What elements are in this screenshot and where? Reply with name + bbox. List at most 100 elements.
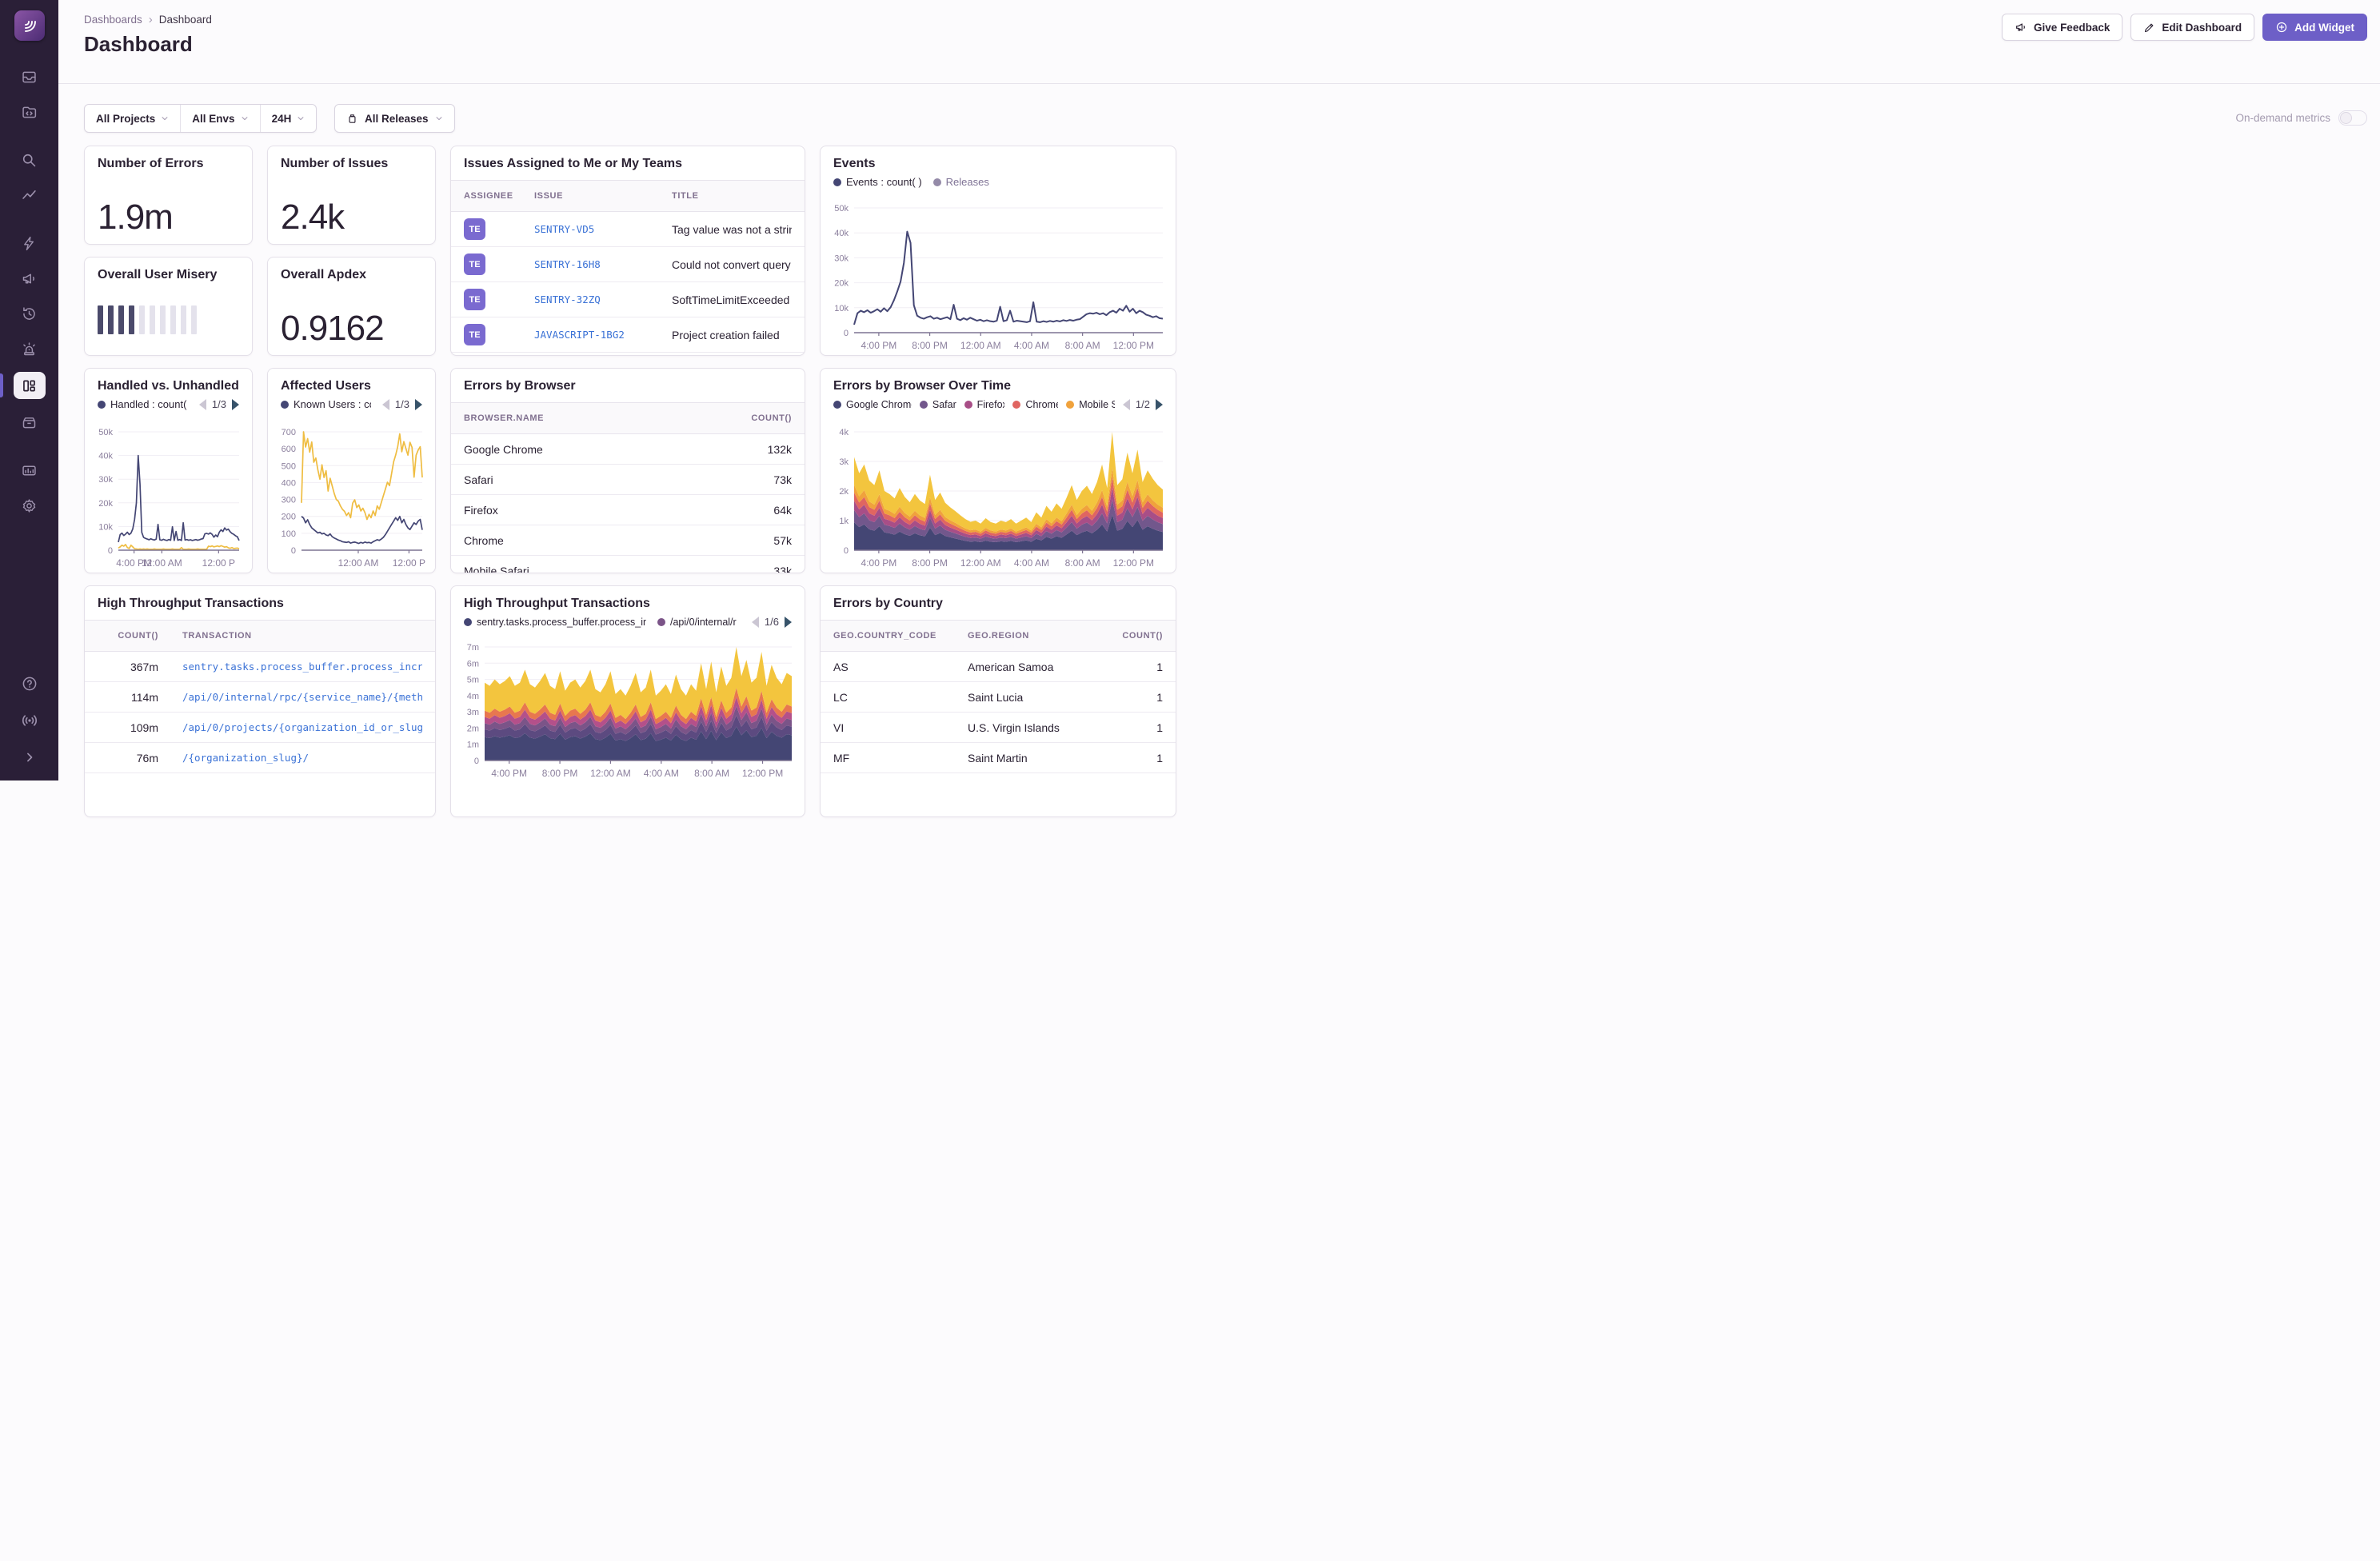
sentry-logo[interactable] xyxy=(14,10,45,41)
sidebar-item-performance[interactable] xyxy=(14,183,46,207)
col-country-code[interactable]: GEO.COUNTRY_CODE xyxy=(833,631,968,641)
add-widget-button[interactable]: Add Widget xyxy=(2262,14,2367,41)
sidebar-item-projects[interactable] xyxy=(14,100,46,124)
issue-link[interactable]: SENTRY-16H8 xyxy=(534,258,672,270)
pager-next-icon[interactable] xyxy=(232,398,239,410)
legend-label[interactable]: Chrome xyxy=(1025,399,1058,410)
widget-handled-vs-unhandled[interactable]: Handled vs. Unhandled Handled : count( )… xyxy=(84,368,253,573)
widget-issues-assigned[interactable]: Issues Assigned to Me or My Teams ASSIGN… xyxy=(450,146,805,356)
col-count[interactable]: COUNT() xyxy=(1107,631,1163,641)
table-row[interactable]: Safari 73k xyxy=(451,465,805,495)
legend-label[interactable]: Safari xyxy=(932,399,956,410)
col-assignee[interactable]: ASSIGNEE xyxy=(464,191,534,201)
table-row[interactable]: TE JAVASCRIPT-1BG2 Project creation fail… xyxy=(451,317,805,353)
sidebar-item-stats[interactable] xyxy=(14,458,46,482)
errors-by-browser-area-chart[interactable]: 0 1k 2k 3k 4k 4:00 PM 8:00 PM 12:00 AM 4:00 AM 8:… xyxy=(827,427,1169,569)
legend-label[interactable]: Google Chrome xyxy=(846,399,912,410)
widget-overall-user-misery[interactable]: Overall User Misery xyxy=(84,257,253,356)
widget-number-of-errors[interactable]: Number of Errors 1.9m xyxy=(84,146,253,245)
sidebar-collapse-button[interactable] xyxy=(14,745,46,769)
table-row[interactable]: 114m/api/0/internal/rpc/{service_name}/{… xyxy=(85,682,435,713)
col-title[interactable]: TITLE xyxy=(672,191,792,201)
table-row[interactable]: AS American Samoa 1 xyxy=(821,652,1176,682)
sidebar-item-settings[interactable] xyxy=(14,493,46,517)
transaction-link[interactable]: /api/0/projects/{organization_id_or_slug… xyxy=(182,721,422,733)
pager-prev-icon[interactable] xyxy=(198,398,206,410)
widget-events[interactable]: Events Events : count( ) Releases 0 10k 20… xyxy=(820,146,1176,356)
transaction-link[interactable]: /{organization_slug}/ xyxy=(182,752,422,764)
legend-label[interactable]: Releases xyxy=(946,176,989,188)
legend-label[interactable]: Mobile S xyxy=(1079,399,1115,410)
widget-high-throughput-table[interactable]: High Throughput Transactions COUNT() TRA… xyxy=(84,585,436,817)
col-count[interactable]: COUNT() xyxy=(720,413,792,423)
legend-label[interactable]: Known Users : cour xyxy=(294,398,371,410)
give-feedback-button[interactable]: Give Feedback xyxy=(2002,14,2123,41)
table-row[interactable]: TE SENTRY-32ZQ SoftTimeLimitExceeded xyxy=(451,282,805,317)
assignee-avatar[interactable]: TE xyxy=(464,218,485,240)
assignee-avatar[interactable]: TE xyxy=(464,289,485,310)
project-filter[interactable]: All Projects xyxy=(85,105,180,132)
pager-next-icon[interactable] xyxy=(1156,398,1163,410)
sidebar-item-discover[interactable] xyxy=(14,410,46,434)
table-row[interactable]: LC Saint Lucia 1 xyxy=(821,682,1176,713)
legend-label[interactable]: Firefox xyxy=(977,399,1005,410)
widget-overall-apdex[interactable]: Overall Apdex 0.9162 xyxy=(267,257,436,356)
table-row[interactable]: Google Chrome 132k xyxy=(451,434,805,465)
sidebar-item-help[interactable] xyxy=(14,672,46,696)
legend-label[interactable]: sentry.tasks.process_buffer.process_incr xyxy=(477,617,646,628)
sidebar-item-search[interactable] xyxy=(14,148,46,172)
table-row[interactable]: 76m /{organization_slug}/ xyxy=(85,743,435,773)
issue-link[interactable]: JAVASCRIPT-1BG2 xyxy=(534,329,672,341)
table-row[interactable]: Firefox 64k xyxy=(451,495,805,525)
sidebar-item-insights[interactable] xyxy=(14,231,46,255)
events-line-chart[interactable]: 0 10k 20k 30k 40k 50k 4:00 PM 8:00 PM 12:00 AM 4:… xyxy=(827,203,1169,352)
widget-errors-by-country[interactable]: Errors by Country GEO.COUNTRY_CODE GEO.R… xyxy=(820,585,1176,817)
col-issue[interactable]: ISSUE xyxy=(534,191,672,201)
widget-errors-by-browser[interactable]: Errors by Browser BROWSER.NAME COUNT() G… xyxy=(450,368,805,573)
table-row[interactable]: TE SENTRY-16H8 Could not convert query xyxy=(451,247,805,282)
release-filter[interactable]: All Releases xyxy=(334,104,455,133)
sidebar-item-whats-new[interactable] xyxy=(14,709,46,733)
col-transaction[interactable]: TRANSACTION xyxy=(182,631,422,641)
table-row[interactable]: VI U.S. Virgin Islands 1 xyxy=(821,713,1176,743)
sidebar-item-issues[interactable] xyxy=(14,65,46,89)
handled-line-chart[interactable]: 0 10k 20k 30k 40k 50k 4:00 PM 12:00 AM 12:00 P xyxy=(91,427,246,569)
legend-label[interactable]: Events : count( ) xyxy=(846,176,922,188)
table-row[interactable]: TE SENTRY-VD5 Tag value was not a strin xyxy=(451,212,805,247)
assignee-avatar[interactable]: TE xyxy=(464,254,485,275)
col-region[interactable]: GEO.REGION xyxy=(968,631,1107,641)
legend-label[interactable]: Handled : count( ) xyxy=(110,398,188,410)
table-row[interactable]: 109m/api/0/projects/{organization_id_or_… xyxy=(85,713,435,743)
time-range-filter[interactable]: 24H xyxy=(259,105,317,132)
high-throughput-area-chart[interactable]: 0 1m 2m 3m 4m 5m 6m 7m 4:00 PM 8:00 PM 12:00 AM 4:0… xyxy=(457,642,798,780)
sidebar-item-replays[interactable] xyxy=(14,301,46,325)
edit-dashboard-button[interactable]: Edit Dashboard xyxy=(2130,14,2255,41)
transaction-link[interactable]: sentry.tasks.process_buffer.process_incr xyxy=(182,661,422,673)
transaction-link[interactable]: /api/0/internal/rpc/{service_name}/{meth… xyxy=(182,691,422,703)
table-row[interactable]: Mobile Safari 33k xyxy=(451,556,805,573)
environment-filter[interactable]: All Envs xyxy=(180,105,259,132)
table-row[interactable]: MF Saint Martin 1 xyxy=(821,743,1176,773)
widget-number-of-issues[interactable]: Number of Issues 2.4k xyxy=(267,146,436,245)
sidebar-item-dashboards[interactable] xyxy=(0,372,46,399)
issue-link[interactable]: SENTRY-32ZQ xyxy=(534,293,672,305)
widget-errors-by-browser-over-time[interactable]: Errors by Browser Over Time Google Chrom… xyxy=(820,368,1176,573)
legend-label[interactable]: /api/0/internal/r xyxy=(670,617,737,628)
pager-prev-icon[interactable] xyxy=(751,616,759,628)
breadcrumb-dashboards[interactable]: Dashboards xyxy=(84,14,142,26)
pager-prev-icon[interactable] xyxy=(381,398,389,410)
table-row[interactable]: Chrome 57k xyxy=(451,525,805,556)
widget-high-throughput-chart[interactable]: High Throughput Transactions sentry.task… xyxy=(450,585,805,817)
sidebar-item-feedback[interactable] xyxy=(14,266,46,290)
col-count[interactable]: COUNT() xyxy=(98,631,158,641)
pager-next-icon[interactable] xyxy=(785,616,792,628)
pager-prev-icon[interactable] xyxy=(1122,398,1130,410)
assignee-avatar[interactable]: TE xyxy=(464,324,485,345)
col-browser-name[interactable]: BROWSER.NAME xyxy=(464,413,720,423)
pager-next-icon[interactable] xyxy=(415,398,422,410)
widget-affected-users[interactable]: Affected Users Known Users : cour 1/3 0 1… xyxy=(267,368,436,573)
affected-users-line-chart[interactable]: 0 100 200 300 400 500 600 700 12:00 AM 12:00 P xyxy=(274,427,429,569)
table-row[interactable]: 367m sentry.tasks.process_buffer.process_… xyxy=(85,652,435,682)
ondemand-metrics-toggle[interactable] xyxy=(2338,110,2367,126)
sidebar-item-alerts[interactable] xyxy=(14,337,46,361)
